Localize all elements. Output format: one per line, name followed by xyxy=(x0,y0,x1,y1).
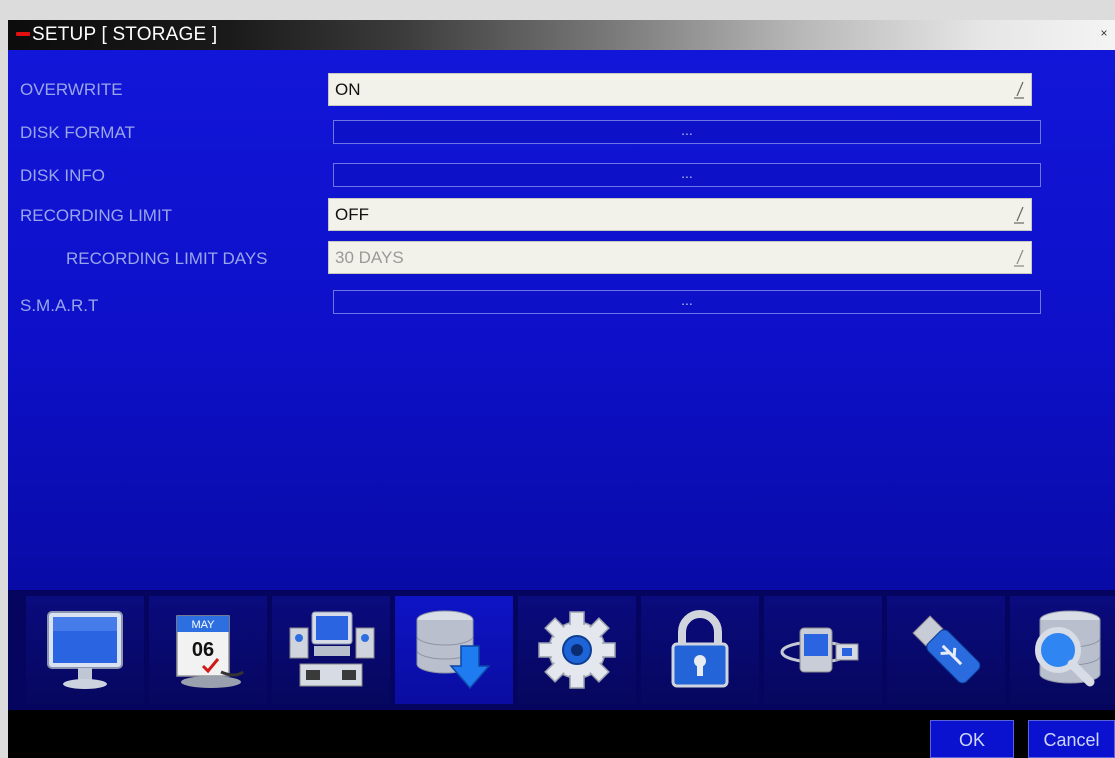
recording-limit-days-label: RECORDING LIMIT DAYS xyxy=(66,249,268,268)
tab-security[interactable] xyxy=(641,596,759,704)
usb-icon xyxy=(912,615,981,684)
lock-icon xyxy=(671,610,729,688)
tab-usb[interactable] xyxy=(887,596,1005,704)
display-icon xyxy=(47,611,123,689)
recording-limit-days-select[interactable]: 30 DAYS xyxy=(328,241,1032,274)
disk-info-label: DISK INFO xyxy=(20,166,106,185)
title-bar: SETUP [ STORAGE ] × xyxy=(8,20,1115,50)
smart-button[interactable]: ... xyxy=(333,290,1041,314)
calendar-day: 06 xyxy=(192,639,214,661)
disk-info-button[interactable]: ... xyxy=(333,163,1041,187)
calendar-month: MAY xyxy=(191,619,215,631)
network-icon xyxy=(780,627,859,673)
recording-limit-label: RECORDING LIMIT xyxy=(20,206,173,225)
overwrite-select[interactable]: ON xyxy=(328,73,1032,106)
close-icon[interactable]: × xyxy=(1097,26,1111,40)
tab-schedule[interactable]: MAY 06 xyxy=(149,596,267,704)
tab-system[interactable] xyxy=(272,596,390,704)
gear-icon xyxy=(538,611,616,689)
search-database-icon xyxy=(1035,610,1101,687)
overwrite-value: ON xyxy=(335,80,361,99)
ok-button[interactable]: OK xyxy=(930,720,1014,758)
cancel-button[interactable]: Cancel xyxy=(1028,720,1115,758)
smart-label: S.M.A.R.T xyxy=(20,296,99,315)
tab-network[interactable] xyxy=(764,596,882,704)
disk-format-button[interactable]: ... xyxy=(333,120,1041,144)
settings-panel: OVERWRITE ON DISK FORMAT ... DISK INFO .… xyxy=(8,50,1115,590)
tab-display[interactable] xyxy=(26,596,144,704)
disk-format-label: DISK FORMAT xyxy=(20,123,135,142)
system-icon xyxy=(289,611,375,687)
window-title: SETUP [ STORAGE ] xyxy=(32,24,218,45)
overwrite-label: OVERWRITE xyxy=(20,80,123,99)
dropdown-arrow-icon xyxy=(1014,81,1024,99)
dropdown-arrow-icon xyxy=(1014,206,1024,224)
setup-window: SETUP [ STORAGE ] × OVERWRITE ON DISK FO… xyxy=(8,20,1115,758)
tab-search[interactable] xyxy=(1010,596,1115,704)
title-indicator-icon xyxy=(16,32,30,36)
recording-limit-days-value: 30 DAYS xyxy=(335,248,404,267)
dropdown-arrow-icon xyxy=(1014,249,1024,267)
calendar-icon: MAY 06 xyxy=(176,615,244,688)
tab-storage[interactable] xyxy=(395,596,513,704)
tab-configuration[interactable] xyxy=(518,596,636,704)
recording-limit-value: OFF xyxy=(335,205,369,224)
footer: OK Cancel xyxy=(8,710,1115,758)
storage-icon xyxy=(416,610,491,690)
settings-icon-bar: MAY 06 xyxy=(8,590,1115,710)
recording-limit-select[interactable]: OFF xyxy=(328,198,1032,231)
